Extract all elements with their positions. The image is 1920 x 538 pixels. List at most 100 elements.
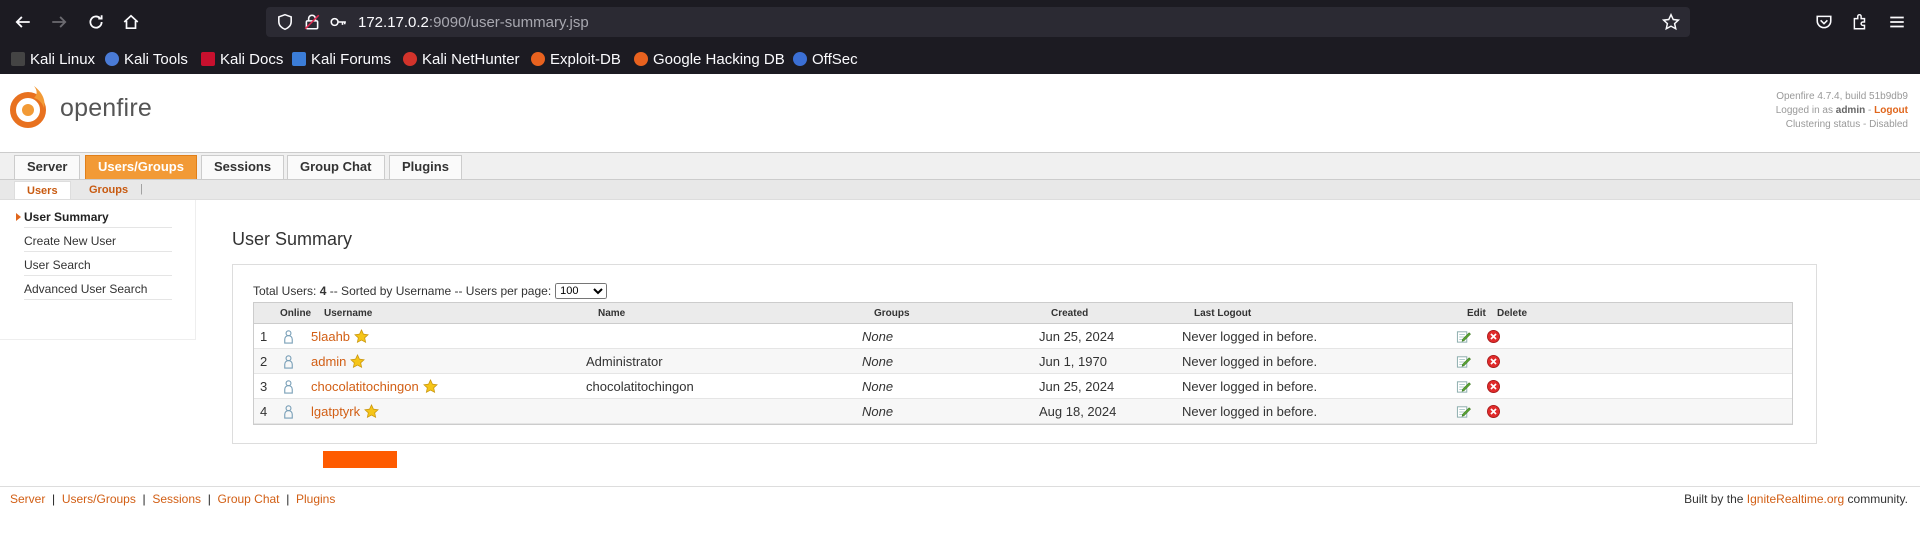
created-cell: Jun 1, 1970 [1039,353,1107,369]
url-host: 172.17.0.2 [358,14,429,31]
url-text[interactable]: 172.17.0.2:9090/user-summary.jsp [358,14,589,31]
footer-link-users-groups[interactable]: Users/Groups [62,492,136,506]
browser-chrome: 172.17.0.2:9090/user-summary.jsp Kali Li… [0,0,1920,74]
bookmark-label: Google Hacking DB [653,50,785,68]
offline-user-icon [281,399,296,423]
bookmark-kali-forums[interactable]: Kali Forums [292,49,391,69]
username-link[interactable]: lgatptyrk [311,404,360,419]
footer-link-group-chat[interactable]: Group Chat [217,492,279,506]
table-row: 2 admin Administrator None Jun 1, 1970 Never … [254,349,1792,374]
insecure-lock-icon[interactable] [303,13,321,31]
tab-users-groups[interactable]: Users/Groups [85,155,197,179]
openfire-logo[interactable]: openfire [8,82,168,132]
bookmark-exploit-db[interactable]: Exploit-DB [531,49,621,69]
delete-icon[interactable] [1486,324,1501,348]
name-cell: chocolatitochingon [586,378,694,394]
sort-info: -- Sorted by Username -- Users per page: [329,284,552,298]
edit-icon[interactable] [1456,374,1471,398]
logout-link[interactable]: Logout [1874,105,1908,116]
reload-icon[interactable] [84,10,108,34]
delete-icon[interactable] [1486,349,1501,373]
footer-link-sessions[interactable]: Sessions [152,492,201,506]
sidebar-item-user-search[interactable]: User Search [24,254,172,276]
footer-nav: Server | Users/Groups | Sessions | Group… [10,487,335,511]
groups-cell: None [862,403,894,419]
footer-separator: | [286,492,290,506]
col-online: Online [280,307,312,319]
bookmark-label: Kali NetHunter [422,50,520,68]
clustering-status: Clustering status - Disabled [1785,119,1908,130]
totals-line: Total Users: 4 -- Sorted by Username -- … [253,283,608,299]
row-number: 1 [260,328,268,344]
offline-user-icon [281,324,296,348]
username-cell: admin [311,349,366,373]
edit-icon[interactable] [1456,349,1471,373]
exploit-db-icon [531,52,545,66]
sub-tabs: Users Groups | [0,180,1920,200]
sidebar-item-create-user[interactable]: Create New User [24,230,172,252]
groups-cell: None [862,328,894,344]
url-path: :9090/user-summary.jsp [428,14,589,31]
url-bar[interactable]: 172.17.0.2:9090/user-summary.jsp [266,7,1690,37]
bookmark-google-hacking-db[interactable]: Google Hacking DB [634,49,785,69]
igniterealtime-link[interactable]: IgniteRealtime.org [1747,492,1844,506]
username-link[interactable]: admin [311,354,346,369]
user-summary-box: Total Users: 4 -- Sorted by Username -- … [232,264,1817,444]
bookmark-kali-tools[interactable]: Kali Tools [105,49,188,69]
version-text: Openfire 4.7.4, build 51b9db9 [1776,91,1908,102]
users-per-page-select[interactable]: 100 [555,283,608,299]
bookmark-star-icon[interactable] [1661,12,1681,31]
kali-forums-icon [292,52,306,66]
bookmark-kali-nethunter[interactable]: Kali NetHunter [403,49,520,69]
back-icon[interactable] [11,10,35,34]
key-icon[interactable] [329,13,347,31]
footer-link-plugins[interactable]: Plugins [296,492,335,506]
shield-icon[interactable] [276,13,294,31]
tab-group-chat[interactable]: Group Chat [287,155,385,179]
edit-icon[interactable] [1456,324,1471,348]
pocket-icon[interactable] [1812,10,1836,34]
home-icon[interactable] [119,10,143,34]
bookmark-label: OffSec [812,50,858,68]
created-cell: Jun 25, 2024 [1039,328,1115,344]
logged-user: admin [1835,105,1866,116]
login-status: Logged in as admin - Logout [1776,104,1908,118]
total-users-label: Total Users: [253,284,317,298]
row-number: 3 [260,378,268,394]
forward-icon[interactable] [47,10,71,34]
edit-icon[interactable] [1456,399,1471,423]
subtab-users[interactable]: Users [14,181,71,199]
username-link[interactable]: 5laahb [311,329,350,344]
bookmark-kali-linux[interactable]: Kali Linux [11,49,95,69]
tab-plugins[interactable]: Plugins [389,155,462,179]
col-created: Created [1051,307,1089,319]
delete-icon[interactable] [1486,374,1501,398]
row-number: 4 [260,403,268,419]
footer-separator: | [52,492,56,506]
col-delete: Delete [1497,307,1528,319]
groups-cell: None [862,378,894,394]
menu-icon[interactable] [1885,10,1909,34]
sidebar-item-advanced-search[interactable]: Advanced User Search [24,278,172,300]
extensions-icon[interactable] [1848,10,1872,34]
footer: Server | Users/Groups | Sessions | Group… [0,486,1920,512]
page-title: User Summary [232,229,353,249]
bookmark-kali-docs[interactable]: Kali Docs [201,49,283,69]
orange-highlight-bar [323,451,397,468]
sidebar-item-user-summary[interactable]: User Summary [16,206,172,228]
built-prefix: Built by the [1684,492,1744,506]
subtab-separator: | [140,183,143,195]
username-link[interactable]: chocolatitochingon [311,379,419,394]
kali-tools-icon [105,52,119,66]
delete-icon[interactable] [1486,399,1501,423]
bookmark-offsec[interactable]: OffSec [793,49,858,69]
tab-server[interactable]: Server [14,155,81,179]
openfire-page: openfire Openfire 4.7.4, build 51b9db9 L… [0,74,1920,538]
created-cell: Jun 25, 2024 [1039,378,1115,394]
bookmark-label: Kali Tools [124,50,188,68]
footer-link-server[interactable]: Server [10,492,45,506]
last-logout-cell: Never logged in before. [1182,403,1318,419]
openfire-flame-icon [10,86,46,128]
tab-sessions[interactable]: Sessions [201,155,285,179]
subtab-groups[interactable]: Groups [77,181,140,199]
